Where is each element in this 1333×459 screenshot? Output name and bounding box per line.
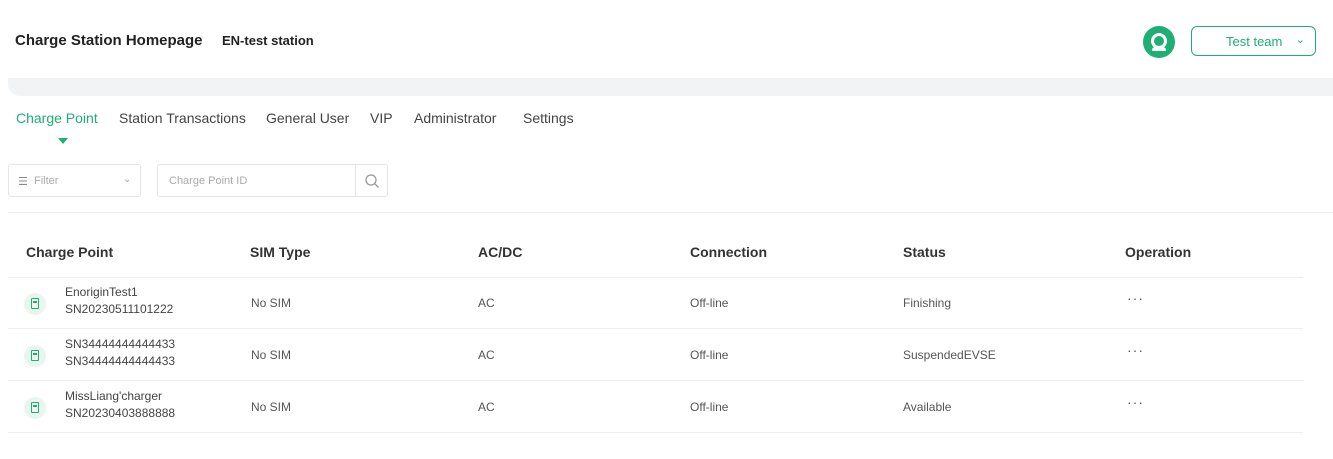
table-row[interactable]: MissLiang'charger SN20230403888888 No SI…: [8, 382, 1303, 433]
team-select[interactable]: Test team ⌄: [1191, 26, 1316, 56]
table-row[interactable]: SN34444444444433 SN34444444444433 No SIM…: [8, 330, 1303, 381]
sim-type-cell: No SIM: [251, 400, 292, 414]
tab-settings[interactable]: Settings: [523, 110, 574, 126]
avatar[interactable]: [1143, 26, 1175, 58]
status-cell: Finishing: [903, 296, 952, 310]
connection-cell: Off-line: [690, 296, 729, 310]
charge-point-sn: SN34444444444433: [65, 354, 176, 368]
tab-charge-point[interactable]: Charge Point: [16, 110, 98, 126]
page-title: Charge Station Homepage: [15, 32, 203, 49]
sim-type-cell: No SIM: [251, 296, 292, 310]
active-tab-indicator-icon: [58, 138, 68, 144]
search-icon[interactable]: [364, 173, 380, 189]
charge-point-name: SN34444444444433: [65, 337, 176, 351]
filter-icon: ☰: [18, 176, 28, 188]
acdc-cell: AC: [478, 400, 495, 414]
charge-point-sn: SN20230403888888: [65, 406, 176, 420]
chevron-down-icon: ⌄: [1295, 34, 1305, 46]
sim-type-cell: No SIM: [251, 348, 292, 362]
charge-point-sn: SN20230511101222: [65, 302, 174, 316]
column-header-charge-point: Charge Point: [26, 244, 114, 260]
tab-administrator[interactable]: Administrator: [414, 110, 496, 126]
tab-general-user[interactable]: General User: [266, 110, 349, 126]
charger-icon: [24, 345, 46, 367]
more-options-icon[interactable]: ···: [1127, 394, 1144, 410]
acdc-cell: AC: [478, 348, 495, 362]
acdc-cell: AC: [478, 296, 495, 310]
charge-point-search-input[interactable]: [158, 165, 354, 196]
filter-select[interactable]: ☰ Filter ⌄: [8, 164, 141, 197]
station-name: EN-test station: [222, 33, 314, 48]
column-header-operation: Operation: [1125, 244, 1192, 260]
status-cell: SuspendedEVSE: [903, 348, 996, 362]
more-options-icon[interactable]: ···: [1127, 290, 1144, 306]
table-header-row: Charge Point SIM Type AC/DC Connection S…: [8, 230, 1303, 278]
connection-cell: Off-line: [690, 348, 729, 362]
chevron-down-icon: ⌄: [123, 174, 132, 185]
tab-station-transactions[interactable]: Station Transactions: [119, 110, 246, 126]
page-header: Charge Station Homepage EN-test station …: [0, 0, 1333, 80]
filter-placeholder: Filter: [34, 175, 59, 187]
team-select-label: Test team: [1226, 34, 1283, 49]
column-header-sim-type: SIM Type: [250, 244, 311, 260]
table-row[interactable]: EnoriginTest1 SN20230511101222 No SIM AC…: [8, 278, 1303, 329]
charger-icon: [24, 397, 46, 419]
status-cell: Available: [903, 400, 952, 414]
more-options-icon[interactable]: ···: [1127, 342, 1144, 358]
charge-point-name: EnoriginTest1: [65, 285, 138, 299]
tab-vip[interactable]: VIP: [370, 110, 393, 126]
toolbar-divider: [8, 212, 1333, 213]
search-box: [157, 164, 388, 197]
header-separator-band: [8, 78, 1333, 96]
charge-point-name: MissLiang'charger: [65, 389, 163, 403]
column-header-acdc: AC/DC: [478, 244, 523, 260]
charger-icon: [24, 293, 46, 315]
search-divider: [355, 165, 356, 196]
column-header-connection: Connection: [690, 244, 767, 260]
connection-cell: Off-line: [690, 400, 729, 414]
column-header-status: Status: [903, 244, 946, 260]
